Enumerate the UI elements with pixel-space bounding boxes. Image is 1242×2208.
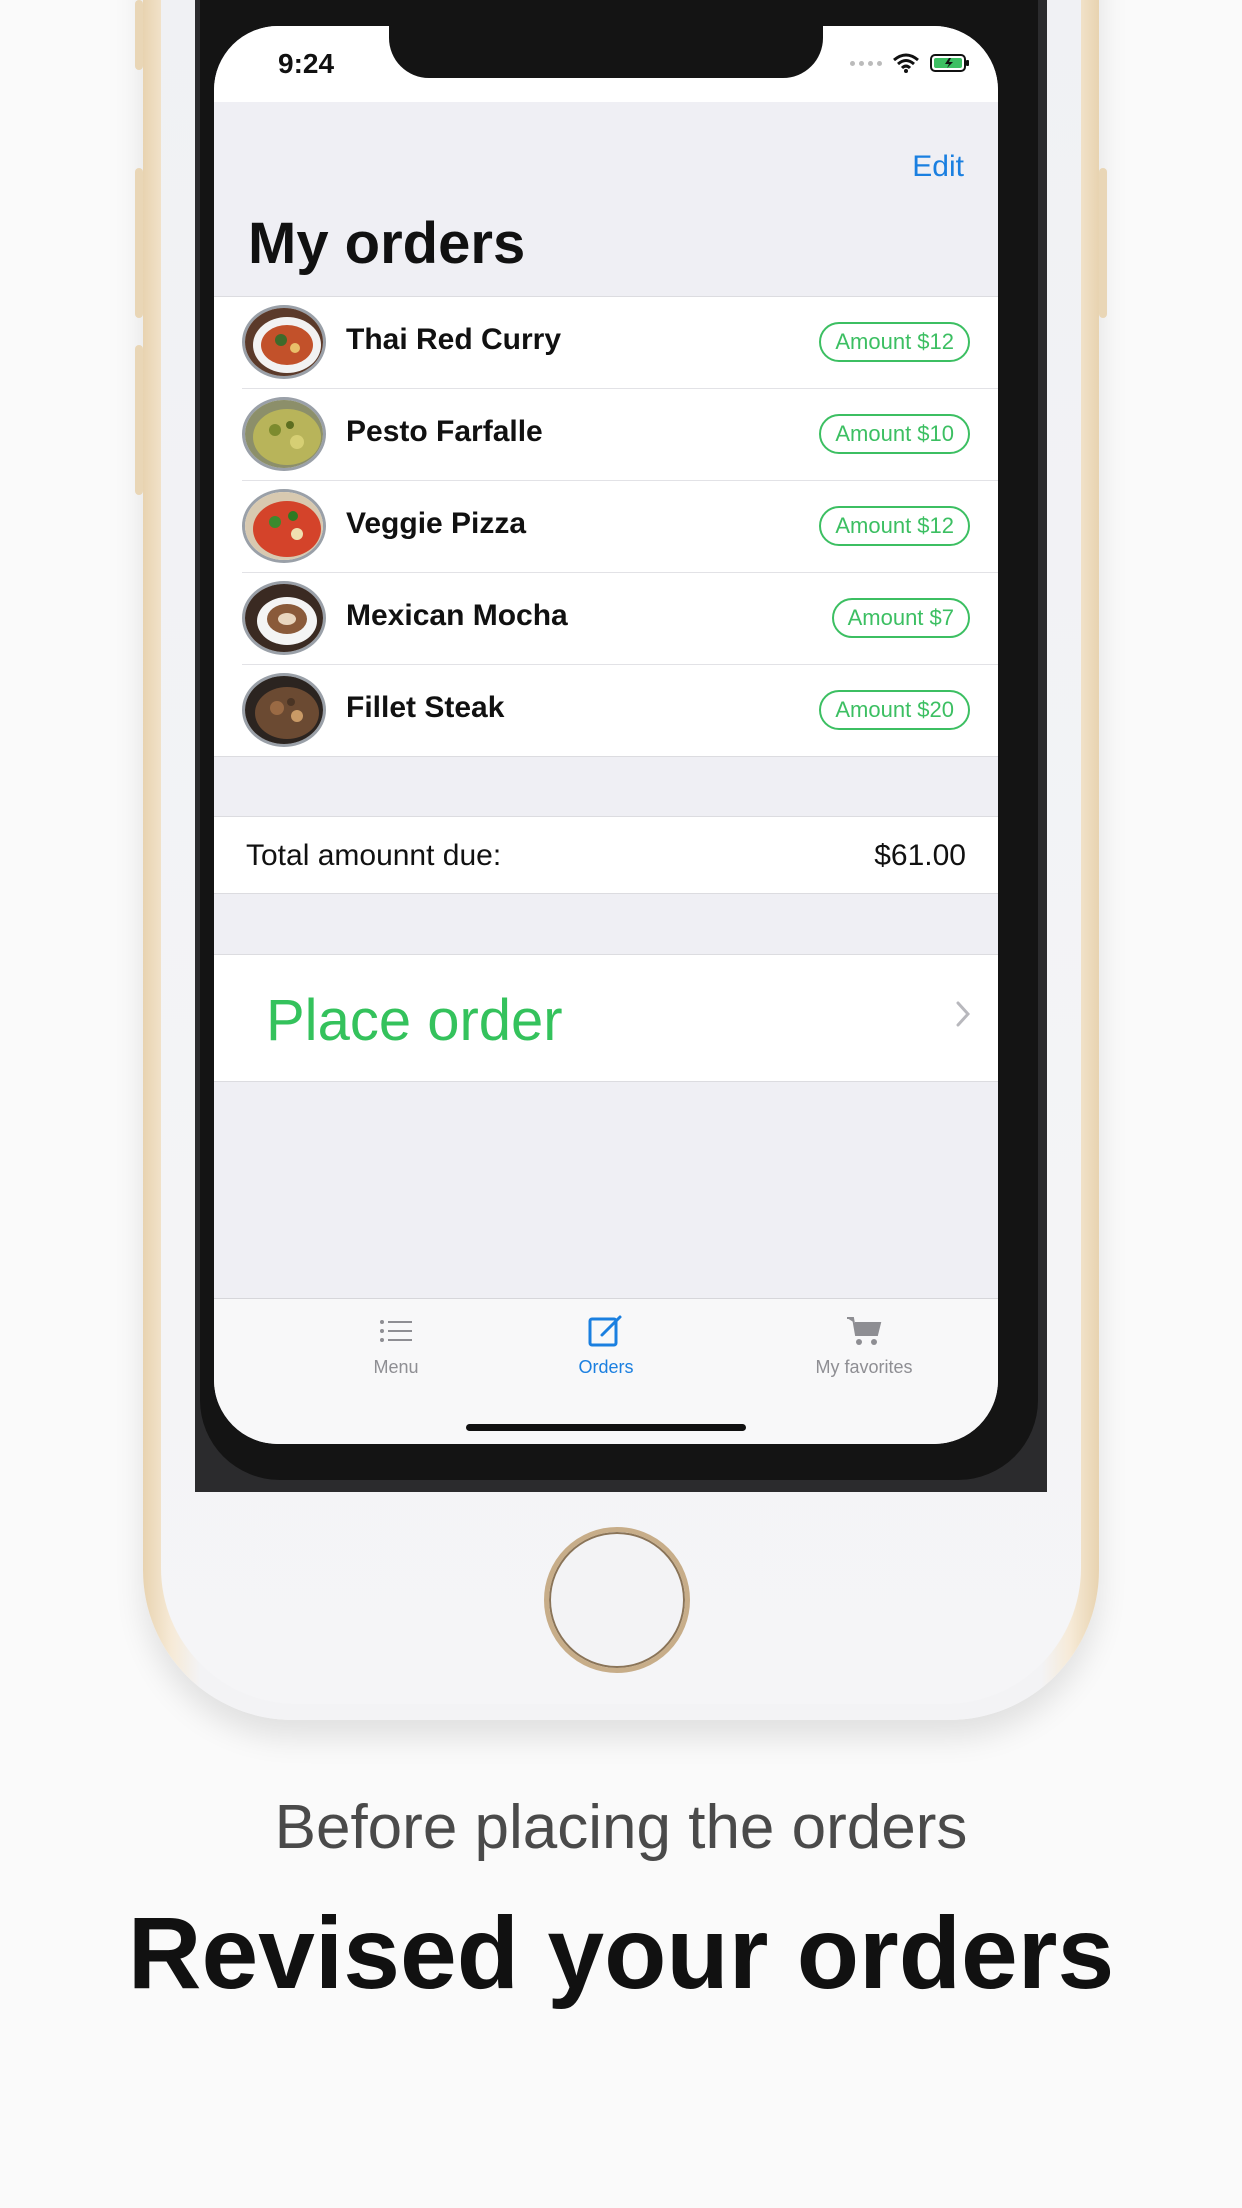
list-icon [380,1320,412,1342]
tab-menu[interactable]: Menu [296,1313,496,1393]
tab-label: Orders [578,1357,634,1377]
amount-badge: Amount $12 [819,506,970,546]
caption-subtitle: Before placing the orders [274,1793,968,1862]
volume-down-button [135,345,143,495]
order-row[interactable]: Pesto Farfalle Amount $10 [242,389,998,481]
caption-title: Revised your orders [127,1896,1115,2010]
food-thumbnail [242,581,326,655]
total-value: $61.00 [874,839,966,872]
order-name: Mexican Mocha [346,599,568,632]
total-label: Total amounnt due: [246,839,502,872]
cart-icon [847,1317,882,1345]
place-order-button[interactable]: Place order [214,954,998,1082]
navigation-bar: Edit My orders [214,102,998,296]
home-button[interactable] [544,1527,690,1673]
orders-list: Thai Red Curry Amount $12 Pesto Farfalle… [214,296,998,757]
side-button [135,0,143,70]
edit-button[interactable]: Edit [912,150,964,184]
home-indicator [466,1424,746,1431]
wifi-icon [893,53,919,73]
order-row[interactable]: Thai Red Curry Amount $12 [242,297,998,389]
amount-badge: Amount $20 [819,690,970,730]
total-row: Total amounnt due: $61.00 [214,816,998,894]
order-name: Thai Red Curry [346,323,562,356]
amount-badge: Amount $10 [819,414,970,454]
amount-badge: Amount $12 [819,322,970,362]
order-name: Fillet Steak [346,691,505,724]
food-thumbnail [242,397,326,471]
tab-bar: Menu Orders My favorites [214,1298,998,1444]
food-thumbnail [242,673,326,747]
order-name: Pesto Farfalle [346,415,543,448]
tab-orders[interactable]: Orders [506,1313,706,1393]
volume-up-button [135,168,143,318]
power-button [1099,168,1107,318]
order-row[interactable]: Fillet Steak Amount $20 [242,665,998,756]
status-icons [850,52,970,74]
food-thumbnail [242,489,326,563]
compose-icon [588,1315,622,1347]
food-thumbnail [242,305,326,379]
order-name: Veggie Pizza [346,507,527,540]
tab-favorites[interactable]: My favorites [764,1313,964,1393]
tab-label: Menu [373,1357,419,1377]
status-time: 9:24 [278,48,335,79]
amount-badge: Amount $7 [831,598,970,638]
signal-icon [850,60,882,66]
place-order-label: Place order [266,988,563,1053]
chevron-right-icon [956,1001,970,1027]
app-screen: 9:24 Edit My orders Thai Red Curry Amoun… [214,26,998,1444]
order-row[interactable]: Veggie Pizza Amount $12 [242,481,998,573]
notch [389,26,823,78]
page-title: My orders [248,211,526,276]
order-row[interactable]: Mexican Mocha Amount $7 [242,573,998,665]
tab-label: My favorites [815,1357,913,1377]
battery-icon [930,54,969,72]
